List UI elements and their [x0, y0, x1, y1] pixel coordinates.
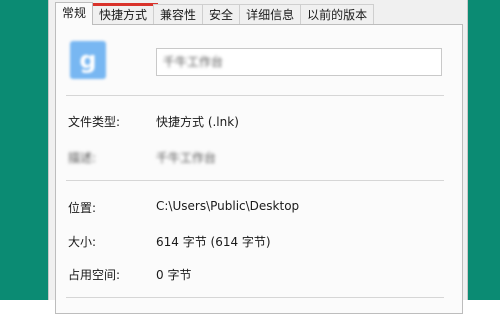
tab-previous-versions[interactable]: 以前的版本	[300, 4, 375, 24]
tab-strip: 常规 快捷方式 兼容性 安全 详细信息 以前的版本	[55, 2, 375, 32]
app-icon: g	[70, 41, 106, 79]
tab-security[interactable]: 安全	[202, 4, 241, 24]
tab-general-label: 常规	[62, 6, 87, 20]
divider	[66, 180, 444, 181]
location-value: C:\Users\Public\Desktop	[156, 199, 300, 213]
location-label: 位置:	[68, 201, 97, 215]
tab-details[interactable]: 详细信息	[239, 4, 302, 24]
tab-security-label: 安全	[209, 8, 234, 22]
tab-shortcut[interactable]: 快捷方式	[88, 3, 159, 32]
tab-shortcut-label: 快捷方式	[99, 8, 148, 22]
file-type-value: 快捷方式 (.lnk)	[156, 115, 239, 129]
size-on-disk-value: 0 字节	[156, 268, 192, 282]
description-label: 描述:	[68, 151, 97, 165]
size-on-disk-label: 占用空间:	[68, 268, 121, 282]
tab-compatibility[interactable]: 兼容性	[153, 4, 204, 24]
tab-details-label: 详细信息	[246, 8, 295, 22]
size-label: 大小:	[68, 235, 97, 249]
general-tab-panel: g 千牛工作台 文件类型: 快捷方式 (.lnk) 描述: 千牛工作台 位置: …	[55, 24, 463, 314]
file-name-field[interactable]: 千牛工作台	[156, 48, 442, 76]
divider	[66, 297, 444, 298]
divider	[66, 95, 444, 96]
size-value: 614 字节 (614 字节)	[156, 235, 271, 249]
file-type-label: 文件类型:	[68, 115, 121, 129]
tab-general[interactable]: 常规	[55, 2, 94, 25]
properties-dialog: 常规 快捷方式 兼容性 安全 详细信息 以前的版本 g 千牛工作台 文件类型: …	[48, 0, 468, 314]
app-icon-glyph: g	[79, 46, 97, 74]
file-name-value: 千牛工作台	[163, 55, 224, 69]
tab-compatibility-label: 兼容性	[160, 8, 197, 22]
description-value: 千牛工作台	[156, 151, 217, 165]
tab-previous-versions-label: 以前的版本	[307, 8, 368, 22]
